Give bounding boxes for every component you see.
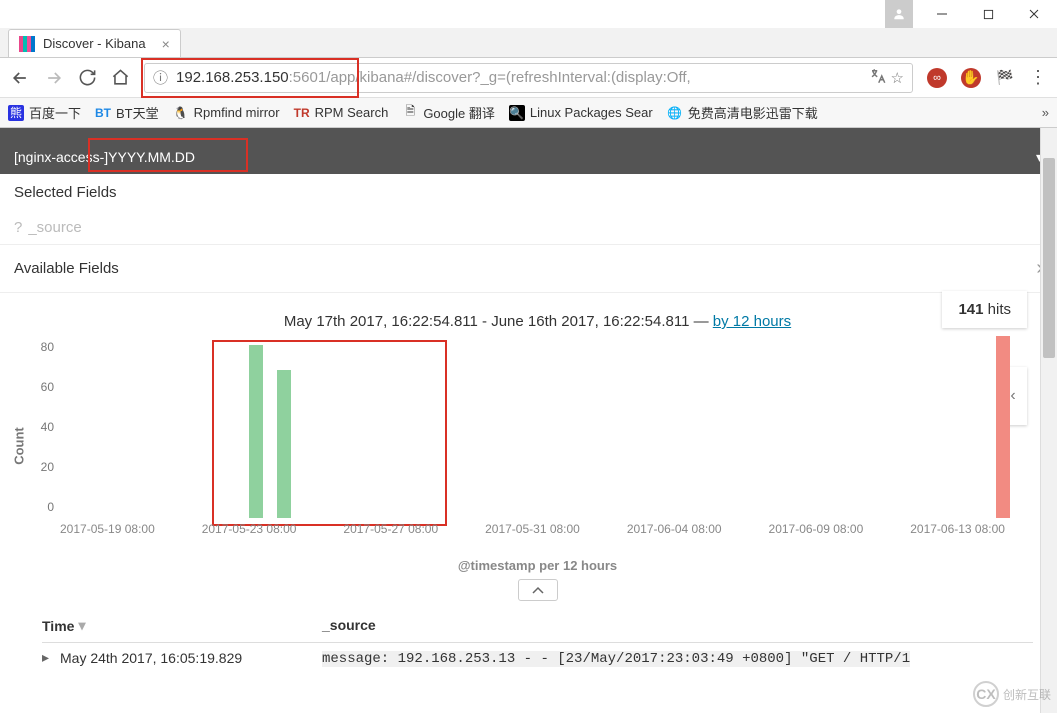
nav-forward-button[interactable] [44,68,64,88]
discover-main: 141 hits ‹ May 17th 2017, 16:22:54.811 -… [0,293,1057,673]
kibana-app: [nginx-access-]YYYY.MM.DD ▾ Selected Fie… [0,128,1057,713]
url-text: 192.168.253.150:5601/app/kibana#/discove… [176,69,865,86]
bookmark-movie[interactable]: 🌐免费高清电影迅雷下载 [667,103,818,122]
collapse-chart-button[interactable] [518,579,558,601]
col-source-header[interactable]: _source [322,617,1033,634]
tab-strip: Discover - Kibana × [0,28,1057,58]
bookmark-bt[interactable]: BTBT天堂 [95,103,159,122]
cell-source: message: 192.168.253.13 - - [23/May/2017… [322,649,1033,667]
vertical-scrollbar[interactable] [1040,128,1057,713]
y-axis-ticks: 80 60 40 20 0 [12,336,54,518]
translate-icon[interactable] [869,67,887,89]
index-pattern-selector[interactable]: [nginx-access-]YYYY.MM.DD ▾ [0,140,1057,174]
bookmark-star-icon[interactable]: ☆ [891,69,904,87]
table-header: Time ▾ _source [42,609,1033,643]
kibana-favicon-icon [19,36,35,52]
address-bar[interactable]: ⓘ 192.168.253.150:5601/app/kibana#/disco… [144,63,913,93]
row-expand-icon[interactable]: ▸ [42,649,60,667]
ext-flag-icon[interactable]: 🏁 [995,68,1015,88]
histogram-chart[interactable]: Count 80 60 40 20 0 2017-05-19 08:00 201… [42,336,1033,556]
tab-title: Discover - Kibana [43,36,146,51]
bookmark-baidu[interactable]: 熊百度一下 [8,103,81,122]
col-time-header[interactable]: Time ▾ [42,617,322,634]
scrollbar-thumb[interactable] [1043,158,1055,358]
chart-bar[interactable] [996,336,1010,518]
bookmarks-overflow-icon[interactable]: » [1042,105,1049,120]
tab-kibana[interactable]: Discover - Kibana × [8,29,181,57]
field-source[interactable]: ? _source [0,211,1057,244]
field-type-icon: ? [14,219,22,236]
time-range-label: May 17th 2017, 16:22:54.811 - June 16th … [42,293,1033,336]
site-info-icon[interactable]: ⓘ [153,67,168,88]
hits-count: 141 hits [942,291,1027,328]
nav-reload-button[interactable] [78,68,97,87]
chart-bar[interactable] [277,370,291,518]
user-avatar-icon[interactable] [885,0,913,28]
bookmark-linuxpkg[interactable]: 🔍Linux Packages Sear [509,105,653,121]
bookmark-rpmfind[interactable]: 🐧Rpmfind mirror [173,105,280,121]
time-interval-link[interactable]: by 12 hours [713,313,791,330]
x-axis-label: @timestamp per 12 hours [42,558,1033,573]
ext-infinity-icon[interactable]: ∞ [927,68,947,88]
table-row[interactable]: ▸ May 24th 2017, 16:05:19.829 message: 1… [42,643,1033,673]
available-fields-label: Available Fields [14,260,119,277]
bookmark-gtranslate[interactable]: 🗎Google 翻译 [402,103,495,122]
bookmarks-bar: 熊百度一下 BTBT天堂 🐧Rpmfind mirror TRRPM Searc… [0,98,1057,128]
field-name: _source [28,219,81,236]
nav-home-button[interactable] [111,68,130,87]
address-row: ⓘ 192.168.253.150:5601/app/kibana#/disco… [0,58,1057,98]
window-close-button[interactable] [1011,0,1057,28]
x-axis-ticks: 2017-05-19 08:00 2017-05-23 08:00 2017-0… [60,522,1005,542]
tab-close-icon[interactable]: × [162,36,170,52]
sort-desc-icon: ▾ [78,617,85,634]
nav-back-button[interactable] [10,68,30,88]
index-pattern-label: [nginx-access-]YYYY.MM.DD [14,149,195,165]
chart-bar[interactable] [249,345,263,518]
window-maximize-button[interactable] [965,0,1011,28]
cell-time: May 24th 2017, 16:05:19.829 [60,649,322,667]
browser-menu-icon[interactable]: ⋮ [1029,67,1047,88]
window-minimize-button[interactable] [919,0,965,28]
ext-hand-icon[interactable]: ✋ [961,68,981,88]
window-titlebar [0,0,1057,28]
kibana-topbar [0,128,1057,140]
bookmark-rpmsearch[interactable]: TRRPM Search [294,105,389,121]
results-table: Time ▾ _source ▸ May 24th 2017, 16:05:19… [42,609,1033,673]
available-fields-toggle[interactable]: Available Fields › [0,244,1057,293]
selected-fields-header: Selected Fields [0,174,1057,211]
plot-area [60,336,1005,518]
